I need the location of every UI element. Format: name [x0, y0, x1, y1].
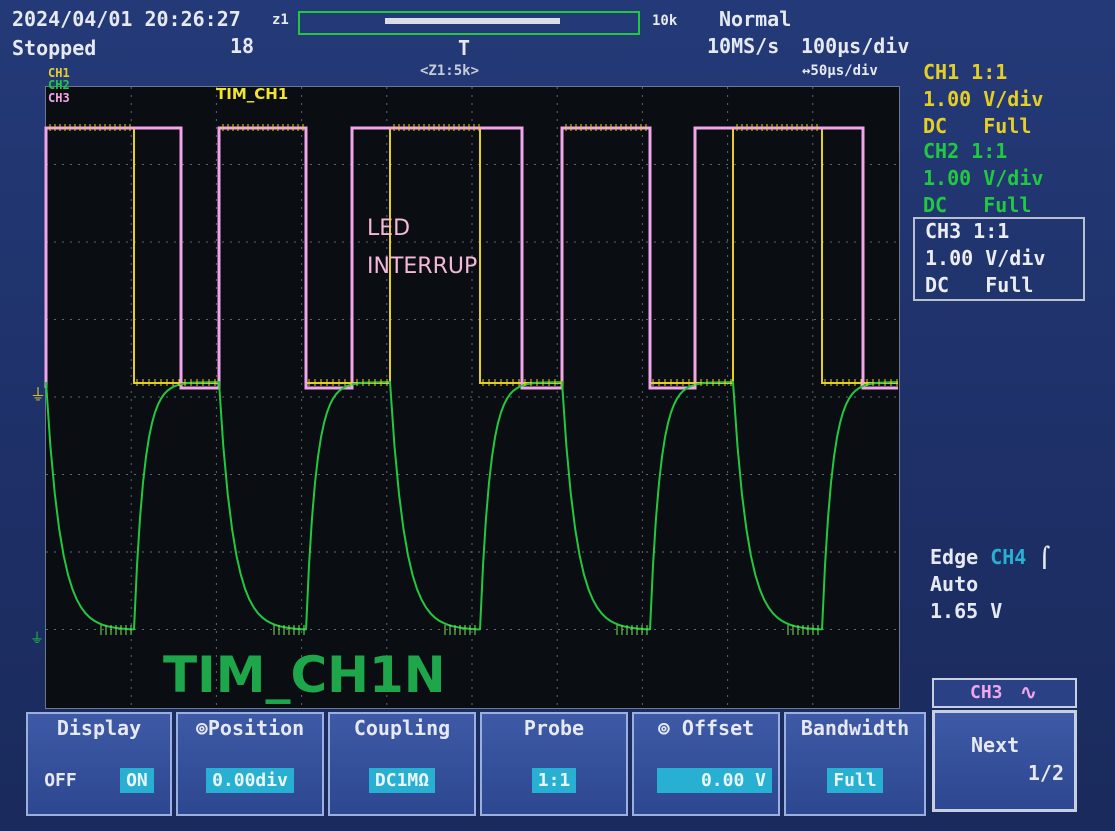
ch3-scale: 1.00 V/div [925, 246, 1046, 270]
coupling-value-row: DC1MΩ [330, 768, 474, 793]
probe-value-row: 1:1 [482, 768, 626, 793]
probe-softkey[interactable]: Probe 1:1 [480, 712, 628, 816]
coupling-value: DC1MΩ [368, 768, 436, 793]
display-on-option[interactable]: ON [120, 768, 154, 793]
probe-title: Probe [523, 716, 585, 740]
coupling-title: Coupling [353, 716, 451, 740]
next-page: 1/2 [1027, 761, 1064, 785]
trigger-level: 1.65 V [930, 599, 1003, 623]
ch2-bandwidth: Full [983, 193, 1032, 217]
bandwidth-title: Bandwidth [800, 716, 910, 740]
waveform-icon: ∿ [1020, 680, 1037, 704]
display-options: OFF ON [28, 768, 170, 793]
ch1-settings: CH1 1:1 1.00 V/div DC Full [923, 59, 1043, 140]
display-off-option[interactable]: OFF [44, 770, 77, 791]
coupling-softkey[interactable]: Coupling DC1MΩ [328, 712, 476, 816]
ch3-coupling-row: DC Full [925, 272, 1045, 299]
offset-title-row: ⊚ Offset [634, 716, 778, 740]
active-channel-tab[interactable]: CH3 ∿ [932, 678, 1077, 708]
offset-value-row: 0.00 V [634, 768, 778, 793]
trigger-settings: Edge CH4 ⌠ Auto 1.65 V [930, 544, 1050, 625]
position-title: Position [207, 716, 305, 740]
ch3-coupling: DC [925, 273, 950, 297]
position-title-row: ⊚Position [178, 716, 322, 740]
active-channel-label: CH3 [970, 682, 1003, 703]
offset-title: Offset [681, 716, 755, 740]
ch2-settings: CH2 1:1 1.00 V/div DC Full [923, 138, 1043, 219]
annotation-tim-ch1: TIM_CH1 [216, 85, 289, 103]
trigger-source: CH4 [990, 545, 1027, 569]
ch2-coupling: DC [923, 193, 948, 217]
annotation-led: LED [367, 216, 411, 241]
ch1-name: CH1 1:1 [923, 60, 1008, 84]
ch1-bandwidth: Full [983, 114, 1032, 138]
ch2-scale: 1.00 V/div [923, 166, 1044, 190]
bandwidth-value-row: Full [786, 768, 924, 793]
annotation-interrup: INTERRUP [367, 254, 478, 279]
offset-softkey[interactable]: ⊚ Offset 0.00 V [632, 712, 780, 816]
ch2-ground-marker: ⏚ [30, 631, 44, 647]
ch1-ground-marker: ⏚ [30, 385, 46, 404]
position-softkey[interactable]: ⊚Position 0.00div [176, 712, 324, 816]
legend-ch3: CH3 [48, 91, 70, 105]
trigger-type: Edge [930, 545, 979, 569]
ch1-coupling: DC [923, 114, 948, 138]
bandwidth-value: Full [827, 768, 883, 793]
trigger-row: Edge CH4 ⌠ [930, 544, 1050, 571]
ch1-coupling-row: DC Full [923, 113, 1043, 140]
annotation-tim-ch1n: TIM_CH1N [163, 646, 446, 704]
ch3-name: CH3 1:1 [925, 219, 1010, 243]
next-softkey[interactable]: Next 1/2 [932, 710, 1077, 812]
ch3-bandwidth: Full [985, 273, 1034, 297]
next-label: Next [971, 733, 1020, 757]
ch3-settings: CH3 1:1 1.00 V/div DC Full [925, 218, 1045, 299]
rising-edge-icon: ⌠ [1038, 545, 1051, 569]
legend-ch2: CH2 [48, 78, 70, 92]
ch2-coupling-row: DC Full [923, 192, 1043, 219]
knob-icon: ⊚ [195, 716, 208, 740]
softkey-bar: Display OFF ON ⊚Position 0.00div Couplin… [26, 712, 926, 816]
probe-value: 1:1 [531, 768, 577, 793]
knob-icon: ⊚ [657, 716, 670, 740]
display-softkey[interactable]: Display OFF ON [26, 712, 172, 816]
ch2-name: CH2 1:1 [923, 139, 1008, 163]
ch1-scale: 1.00 V/div [923, 87, 1044, 111]
trigger-mode-label: Auto [930, 572, 979, 596]
bandwidth-softkey[interactable]: Bandwidth Full [784, 712, 926, 816]
position-value-row: 0.00div [178, 768, 322, 793]
position-value: 0.00div [206, 768, 294, 793]
offset-value: 0.00 V [656, 768, 772, 793]
display-title: Display [56, 716, 142, 740]
